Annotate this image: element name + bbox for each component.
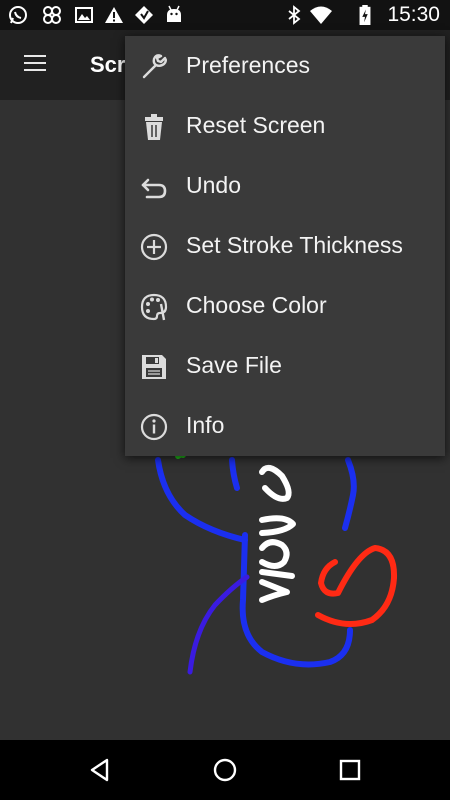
menu-item-label: Preferences [186,52,311,78]
navigation-bar [0,740,450,800]
white-handwriting [259,464,296,603]
warning-icon [105,7,123,23]
menu-item-label: Set Stroke Thickness [186,232,403,258]
pinwheel-icon [43,6,61,24]
undo-icon [141,178,167,199]
status-bar: 15:30 [0,0,450,30]
menu-item-save-file[interactable]: Save File [125,336,445,396]
trash-icon [145,114,163,140]
bluetooth-icon [288,5,301,25]
menu-item-label: Choose Color [186,292,327,318]
indigo-stroke [187,574,250,675]
menu-item-label: Undo [186,172,241,198]
battery-charging-icon [359,5,371,25]
menu-item-label: Reset Screen [186,112,326,138]
menu-item-label: Save File [186,352,282,378]
home-icon[interactable] [212,757,238,783]
wifi-icon [310,6,332,24]
menu-item-label: Info [186,412,225,438]
image-icon [75,7,93,23]
menu-item-choose-color[interactable]: Choose Color [125,276,445,336]
menu-item-undo[interactable]: Undo [125,156,445,216]
menu-item-preferences[interactable]: Preferences [125,36,445,96]
back-icon[interactable] [87,757,113,783]
status-time: 15:30 [387,3,440,26]
palette-icon [140,293,168,321]
android-icon [167,5,181,22]
menu-item-info[interactable]: Info [125,396,445,456]
blue-stroke-right [342,457,357,531]
menu-item-set-stroke-thickness[interactable]: Set Stroke Thickness [125,216,445,276]
save-icon [142,355,166,379]
hamburger-menu-icon[interactable] [24,55,46,73]
recents-icon[interactable] [337,757,363,783]
info-icon [140,413,168,441]
page-title: Scr [90,52,126,77]
blue-stroke-short [229,457,240,491]
plus-circle-icon [140,233,168,261]
overflow-menu: Preferences Reset Screen Undo Set Stroke… [125,36,445,456]
whatsapp-icon [9,6,27,24]
blue-stroke-loop [239,532,353,668]
menu-item-reset-screen[interactable]: Reset Screen [125,96,445,156]
wrench-icon [142,54,167,79]
app-icon [135,6,153,24]
red-stroke [315,545,398,627]
